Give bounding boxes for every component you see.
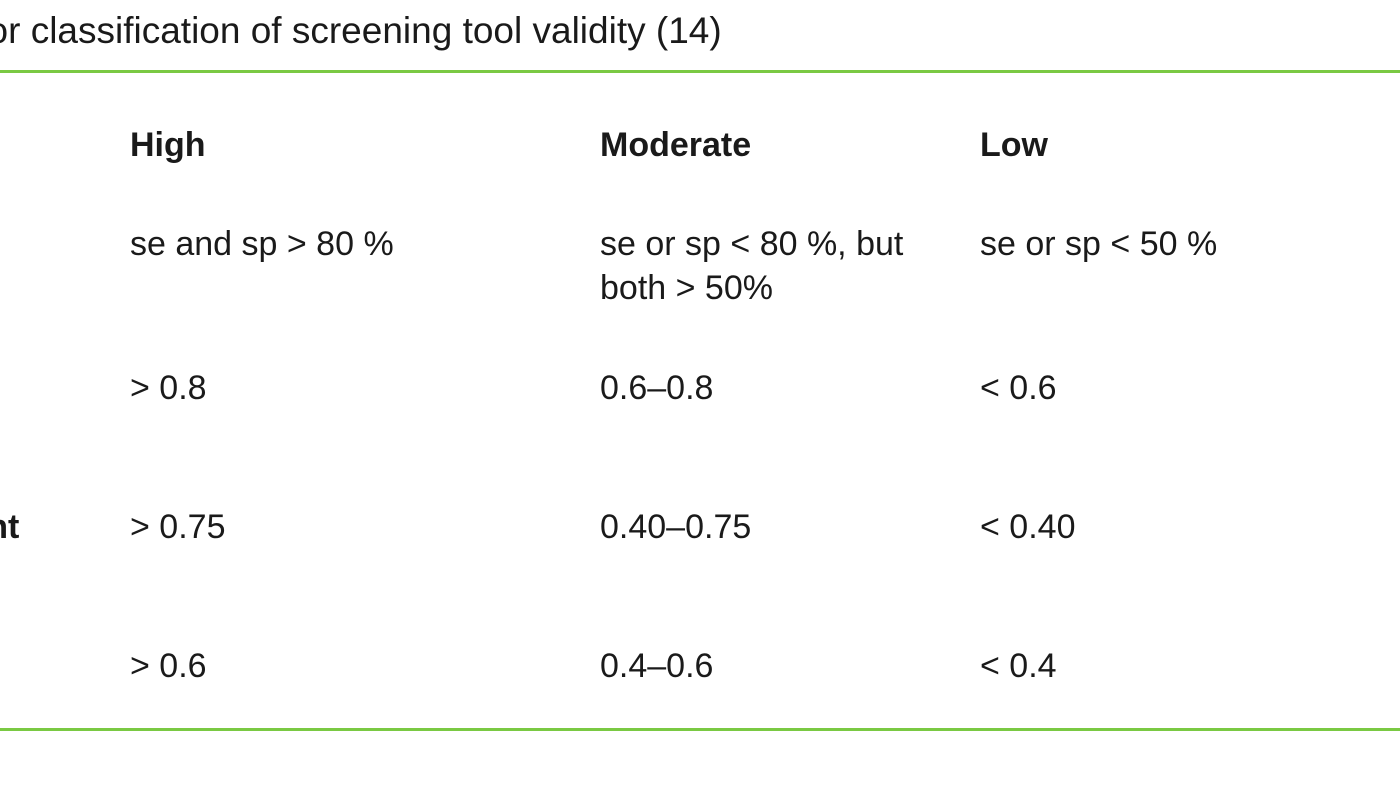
cell-moderate: 0.6–0.8 xyxy=(600,366,980,505)
table-header-row: High Moderate Low xyxy=(0,123,1400,222)
table-row: > 0.6 0.4–0.6 < 0.4 xyxy=(0,644,1400,698)
cell-low: < 0.4 xyxy=(980,644,1400,698)
cell-low: < 0.6 xyxy=(980,366,1400,505)
bottom-rule xyxy=(0,728,1400,731)
row-label xyxy=(0,222,130,365)
header-low: Low xyxy=(980,123,1400,222)
document-page: values for classification of screening t… xyxy=(0,0,1400,786)
header-moderate: Moderate xyxy=(600,123,980,222)
table-row: cient > 0.75 0.40–0.75 < 0.40 xyxy=(0,505,1400,644)
cell-low: se or sp < 50 % xyxy=(980,222,1400,365)
cell-moderate: 0.4–0.6 xyxy=(600,644,980,698)
header-blank xyxy=(0,123,130,222)
table-row: se and sp > 80 % se or sp < 80 %, but bo… xyxy=(0,222,1400,365)
cell-high: > 0.6 xyxy=(130,644,600,698)
table-title: values for classification of screening t… xyxy=(0,10,1260,52)
cell-high: > 0.8 xyxy=(130,366,600,505)
cell-high: se and sp > 80 % xyxy=(130,222,600,365)
row-label-truncated: cient xyxy=(0,505,70,644)
cell-moderate: 0.40–0.75 xyxy=(600,505,980,644)
cell-low: < 0.40 xyxy=(980,505,1400,644)
row-label xyxy=(0,644,130,698)
row-label xyxy=(0,366,130,505)
cell-high: > 0.75 xyxy=(130,505,600,644)
top-rule xyxy=(0,70,1400,73)
table-row: > 0.8 0.6–0.8 < 0.6 xyxy=(0,366,1400,505)
header-high: High xyxy=(130,123,600,222)
validity-table: High Moderate Low se and sp > 80 % se or… xyxy=(0,123,1400,698)
cell-moderate: se or sp < 80 %, but both > 50% xyxy=(600,222,980,365)
